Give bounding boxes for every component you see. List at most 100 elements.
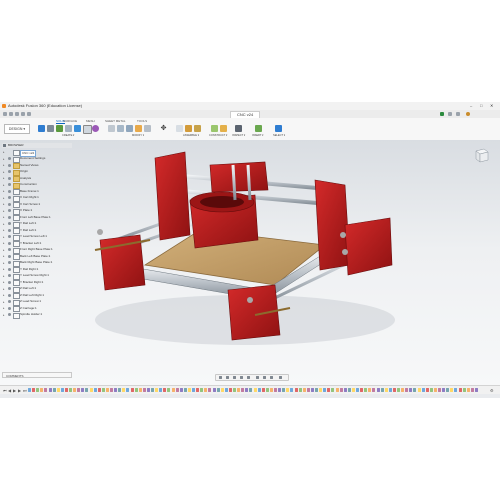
timeline-feature-icon[interactable] — [356, 388, 359, 392]
expand-arrow-icon[interactable]: ▸ — [3, 176, 5, 180]
browser-item[interactable]: ▸ Base Frame:1 — [2, 188, 72, 195]
step-forward-icon[interactable]: ▶ — [18, 388, 21, 393]
browser-item[interactable]: ▸ Y Bracket Right:1 — [2, 279, 72, 286]
inspect-group-label[interactable]: INSPECT ▾ — [232, 134, 245, 137]
visibility-eye-icon[interactable] — [8, 196, 11, 199]
timeline-feature-icon[interactable] — [28, 388, 31, 392]
timeline-feature-icon[interactable] — [421, 388, 425, 392]
axis-icon[interactable] — [220, 125, 227, 132]
timeline-feature-icon[interactable] — [454, 388, 458, 392]
tab-surface[interactable]: SURFACE — [63, 119, 77, 123]
timeline-feature-icon[interactable] — [175, 388, 179, 392]
expand-arrow-icon[interactable]: ▸ — [3, 215, 5, 219]
timeline-feature-icon[interactable] — [351, 388, 355, 392]
timeline-feature-icon[interactable] — [466, 388, 470, 392]
timeline-feature-icon[interactable] — [433, 388, 437, 392]
timeline-feature-icon[interactable] — [130, 388, 134, 392]
tab-mesh[interactable]: MESH — [86, 119, 95, 123]
visibility-eye-icon[interactable] — [8, 209, 11, 212]
timeline-feature-icon[interactable] — [122, 388, 126, 392]
visibility-eye-icon[interactable] — [8, 228, 11, 232]
combine-icon[interactable] — [135, 125, 142, 132]
hole-icon[interactable] — [74, 125, 81, 132]
grid-menu-icon[interactable] — [3, 112, 7, 116]
visibility-eye-icon[interactable] — [8, 183, 11, 186]
modify-group-label[interactable]: MODIFY ▾ — [132, 134, 144, 137]
timeline-feature-icon[interactable] — [409, 388, 413, 392]
tab-tools[interactable]: TOOLS — [137, 119, 147, 123]
expand-arrow-icon[interactable]: ▸ — [3, 280, 5, 284]
timeline-feature-icon[interactable] — [101, 388, 105, 392]
timeline-feature-icon[interactable] — [323, 388, 327, 392]
timeline-feature-icon[interactable] — [196, 388, 200, 392]
timeline-feature-icon[interactable] — [208, 388, 212, 392]
visibility-eye-icon[interactable] — [8, 215, 11, 219]
timeline-feature-icon[interactable] — [155, 388, 159, 392]
shell-icon[interactable] — [126, 125, 133, 132]
browser-item[interactable]: ▸ X Plate:1 — [2, 208, 72, 215]
fillet-icon[interactable] — [117, 125, 124, 132]
visibility-eye-icon[interactable] — [8, 248, 11, 251]
visibility-eye-icon[interactable] — [8, 287, 11, 290]
notifications-icon[interactable] — [448, 112, 452, 116]
visibility-eye-icon[interactable] — [8, 176, 11, 180]
expand-arrow-icon[interactable]: ▸ — [3, 183, 5, 187]
visibility-eye-icon[interactable] — [8, 267, 11, 271]
visibility-eye-icon[interactable] — [8, 261, 11, 264]
visibility-eye-icon[interactable] — [8, 313, 11, 316]
expand-arrow-icon[interactable]: ▸ — [3, 228, 5, 232]
timeline-feature-icon[interactable] — [388, 388, 392, 392]
timeline-feature-icon[interactable] — [228, 388, 232, 392]
timeline-feature-icon[interactable] — [253, 388, 257, 392]
timeline-feature-icon[interactable] — [93, 388, 97, 392]
browser-item[interactable]: ▸ X Cart Screw:1 — [2, 201, 72, 208]
timeline-feature-icon[interactable] — [60, 388, 64, 392]
construct-group-label[interactable]: CONSTRUCT ▾ — [209, 134, 227, 137]
timeline-feature-icon[interactable] — [368, 388, 372, 392]
timeline-feature-icon[interactable] — [85, 388, 89, 392]
select-group-label[interactable]: SELECT ▾ — [273, 134, 285, 137]
timeline-feature-icon[interactable] — [306, 388, 310, 392]
undo-icon[interactable] — [21, 112, 25, 116]
visibility-eye-icon[interactable] — [8, 306, 11, 310]
environment-icon[interactable] — [279, 376, 282, 379]
timeline-feature-icon[interactable] — [36, 388, 40, 392]
insert-group-label[interactable]: INSERT ▾ — [252, 134, 263, 137]
timeline-feature-icon[interactable] — [192, 388, 195, 392]
timeline-feature-icon[interactable] — [77, 388, 81, 392]
visibility-eye-icon[interactable] — [8, 241, 11, 245]
workspace-dropdown[interactable]: DESIGN ▾ — [4, 124, 30, 134]
expand-arrow-icon[interactable]: ▸ — [3, 241, 5, 245]
timeline-feature-icon[interactable] — [384, 388, 388, 392]
look-at-icon[interactable] — [226, 376, 229, 379]
press-pull-icon[interactable] — [108, 125, 115, 132]
timeline-feature-icon[interactable] — [151, 388, 154, 392]
timeline-feature-icon[interactable] — [319, 388, 323, 392]
timeline-feature-icon[interactable] — [450, 388, 454, 392]
timeline-feature-icon[interactable] — [294, 388, 298, 392]
timeline-feature-icon[interactable] — [257, 388, 261, 392]
go-to-start-icon[interactable]: ⏮ — [3, 388, 7, 393]
measure-icon[interactable] — [235, 125, 242, 132]
timeline-feature-icon[interactable] — [392, 388, 396, 392]
browser-item[interactable]: ▸ Y Rail Left:1 — [2, 227, 72, 234]
timeline-feature-icon[interactable] — [52, 388, 56, 392]
timeline-feature-icon[interactable] — [442, 388, 446, 392]
timeline-feature-icon[interactable] — [183, 388, 187, 392]
timeline-feature-icon[interactable] — [97, 388, 101, 392]
timeline-feature-icon[interactable] — [179, 388, 183, 392]
expand-arrow-icon[interactable]: ▸ — [3, 267, 5, 271]
expand-arrow-icon[interactable]: ▸ — [3, 150, 5, 154]
timeline-feature-icon[interactable] — [302, 388, 306, 392]
timeline-feature-icon[interactable] — [245, 388, 249, 392]
timeline-feature-icon[interactable] — [167, 388, 171, 392]
timeline-feature-icon[interactable] — [425, 388, 429, 392]
timeline-feature-icon[interactable] — [249, 388, 253, 392]
timeline-feature-icon[interactable] — [372, 388, 376, 392]
timeline-feature-icon[interactable] — [224, 388, 228, 392]
3d-viewport[interactable] — [0, 140, 500, 385]
sketch-icon[interactable] — [47, 125, 54, 132]
maximize-button[interactable]: □ — [480, 103, 482, 108]
expand-arrow-icon[interactable]: ▸ — [3, 287, 5, 291]
timeline-feature-icon[interactable] — [220, 388, 224, 392]
